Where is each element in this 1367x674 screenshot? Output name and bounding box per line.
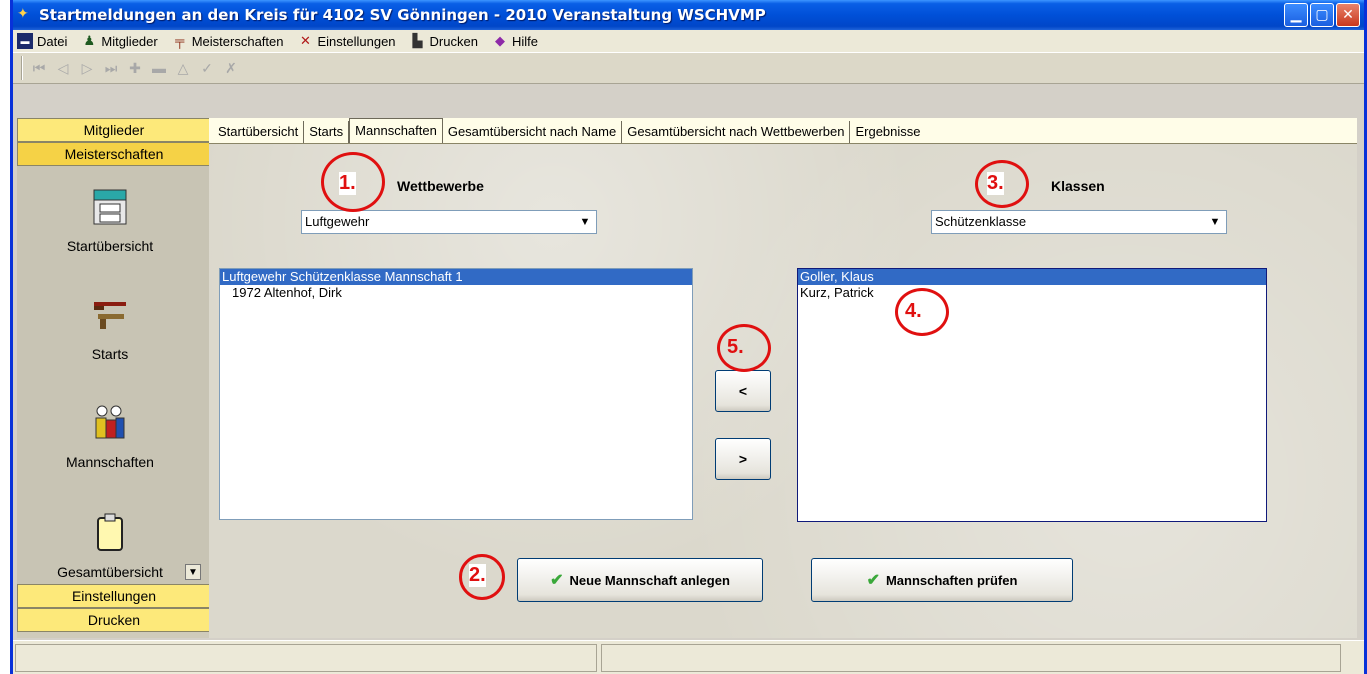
annotation-label-3: 3.	[987, 172, 1004, 195]
menu-datei[interactable]: ▬ Datei	[17, 33, 67, 49]
tab-gesamtuebersicht-name[interactable]: Gesamtübersicht nach Name	[443, 121, 623, 143]
sidebar-item-label: Starts	[91, 346, 129, 362]
main-panel: Startübersicht Starts Mannschaften Gesam…	[209, 118, 1357, 638]
menu-label: Mitglieder	[101, 33, 158, 49]
help-book-icon: ◆	[494, 33, 505, 48]
sidebar-scroll-down-button[interactable]: ▼	[185, 564, 201, 580]
window-title: Startmeldungen an den Kreis für 4102 SV …	[39, 6, 766, 24]
annotation-label-4: 4.	[905, 300, 922, 322]
menu-mitglieder[interactable]: ♟ Mitglieder	[81, 33, 158, 49]
rifle-icon: ╤	[175, 33, 185, 48]
status-panel-right	[601, 644, 1341, 672]
klassen-label: Klassen	[1051, 178, 1105, 194]
annotation-circle-5	[717, 324, 771, 372]
tab-starts[interactable]: Starts	[304, 121, 350, 143]
menu-bar: ▬ Datei ♟ Mitglieder ╤ Meisterschaften ✕…	[13, 30, 1364, 52]
chevron-down-icon[interactable]: ▼	[574, 211, 596, 233]
team-list[interactable]: Luftgewehr Schützenklasse Mannschaft 1 1…	[219, 268, 693, 520]
menu-label: Drucken	[429, 33, 478, 49]
sidebar-item-list: Startübersicht Starts Mannschaften Gesam…	[17, 166, 211, 584]
delete-record-icon[interactable]: ▬	[147, 57, 171, 79]
sidebar-header-mitglieder[interactable]: Mitglieder	[17, 118, 211, 142]
move-right-button[interactable]: >	[715, 438, 771, 480]
sidebar-header-einstellungen[interactable]: Einstellungen	[17, 584, 211, 608]
insert-record-icon[interactable]: ✚	[123, 57, 147, 79]
edit-record-icon[interactable]: △	[171, 57, 195, 79]
annotation-label-2: 2.	[469, 564, 486, 587]
move-left-button[interactable]: <	[715, 370, 771, 412]
wettbewerbe-select[interactable]: Luftgewehr ▼	[301, 210, 597, 234]
first-record-icon[interactable]: ⏮	[27, 57, 51, 79]
sidebar-header-drucken[interactable]: Drucken	[17, 608, 211, 632]
navigation-toolbar: ⏮ ◁ ▷ ⏭ ✚ ▬ △ ✓ ✗	[13, 52, 1364, 84]
checkmark-icon: ✔	[550, 572, 564, 589]
sidebar: Mitglieder Meisterschaften Startübersich…	[17, 118, 211, 638]
new-team-button[interactable]: ✔ Neue Mannschaft anlegen	[517, 558, 763, 602]
last-record-icon[interactable]: ⏭	[99, 57, 123, 79]
cancel-record-icon[interactable]: ✗	[219, 57, 243, 79]
list-item[interactable]: Luftgewehr Schützenklasse Mannschaft 1	[220, 269, 692, 285]
tab-ergebnisse[interactable]: Ergebnisse	[850, 121, 925, 143]
tools-icon: ✕	[300, 33, 311, 48]
new-team-button-label: Neue Mannschaft anlegen	[569, 572, 730, 588]
clipboard-icon	[90, 512, 130, 552]
floppy-icon: ▬	[17, 33, 33, 49]
tab-startuebersicht[interactable]: Startübersicht	[213, 121, 305, 143]
menu-meisterschaften[interactable]: ╤ Meisterschaften	[172, 33, 284, 49]
list-item[interactable]: Goller, Klaus	[798, 269, 1266, 285]
post-record-icon[interactable]: ✓	[195, 57, 219, 79]
sidebar-item-label: Mannschaften	[66, 454, 154, 470]
annotation-label-1: 1.	[339, 172, 356, 195]
menu-hilfe[interactable]: ◆ Hilfe	[492, 33, 538, 49]
title-bar: ✦ Startmeldungen an den Kreis für 4102 S…	[13, 0, 1364, 30]
guns-icon	[90, 294, 130, 334]
maximize-button[interactable]: ▢	[1310, 3, 1334, 27]
menu-label: Meisterschaften	[191, 33, 284, 49]
prior-record-icon[interactable]: ◁	[51, 57, 75, 79]
wettbewerbe-select-value: Luftgewehr	[305, 214, 370, 229]
tab-mannschaften[interactable]: Mannschaften	[349, 118, 443, 143]
sidebar-item-startuebersicht[interactable]: Startübersicht	[17, 186, 203, 254]
sidebar-item-starts[interactable]: Starts	[17, 294, 203, 362]
klassen-select[interactable]: Schützenklasse ▼	[931, 210, 1227, 234]
checkmark-icon: ✔	[866, 572, 880, 589]
close-button[interactable]: ✕	[1336, 3, 1360, 27]
chevron-down-icon[interactable]: ▼	[1204, 211, 1226, 233]
menu-label: Einstellungen	[317, 33, 396, 49]
minimize-button[interactable]: ▁	[1284, 3, 1308, 27]
annotation-label-5: 5.	[727, 336, 744, 358]
tab-gesamtuebersicht-wettbewerbe[interactable]: Gesamtübersicht nach Wettbewerben	[622, 121, 851, 143]
klassen-select-value: Schützenklasse	[935, 214, 1027, 229]
menu-label: Datei	[37, 33, 68, 49]
menu-drucken[interactable]: ▙ Drucken	[410, 33, 478, 49]
list-item[interactable]: 1972 Altenhof, Dirk	[220, 285, 692, 301]
status-panel-left	[15, 644, 597, 672]
check-teams-button[interactable]: ✔ Mannschaften prüfen	[811, 558, 1073, 602]
person-icon: ♟	[83, 33, 96, 48]
tab-strip: Startübersicht Starts Mannschaften Gesam…	[209, 118, 1357, 144]
menu-einstellungen[interactable]: ✕ Einstellungen	[297, 33, 396, 49]
sidebar-item-label: Startübersicht	[66, 238, 154, 254]
check-teams-button-label: Mannschaften prüfen	[885, 572, 1018, 588]
cabinet-icon	[90, 186, 130, 226]
annotation-circle-4	[895, 288, 949, 336]
sidebar-item-gesamtuebersicht[interactable]: Gesamtübersicht	[17, 512, 203, 580]
member-list[interactable]: Goller, Klaus Kurz, Patrick	[797, 268, 1267, 522]
sidebar-item-label: Gesamtübersicht	[57, 564, 163, 580]
menu-label: Hilfe	[511, 33, 538, 49]
sidebar-item-mannschaften[interactable]: Mannschaften	[17, 402, 203, 470]
next-record-icon[interactable]: ▷	[75, 57, 99, 79]
sidebar-header-meisterschaften[interactable]: Meisterschaften	[17, 142, 211, 166]
printer-icon: ▙	[412, 33, 423, 48]
list-item[interactable]: Kurz, Patrick	[798, 285, 1266, 301]
status-bar	[13, 640, 1364, 674]
team-icon	[90, 402, 130, 442]
wettbewerbe-label: Wettbewerbe	[397, 178, 484, 194]
app-icon: ✦	[17, 6, 29, 22]
application-window: ✦ Startmeldungen an den Kreis für 4102 S…	[10, 0, 1367, 674]
toolbar-separator	[21, 56, 23, 80]
